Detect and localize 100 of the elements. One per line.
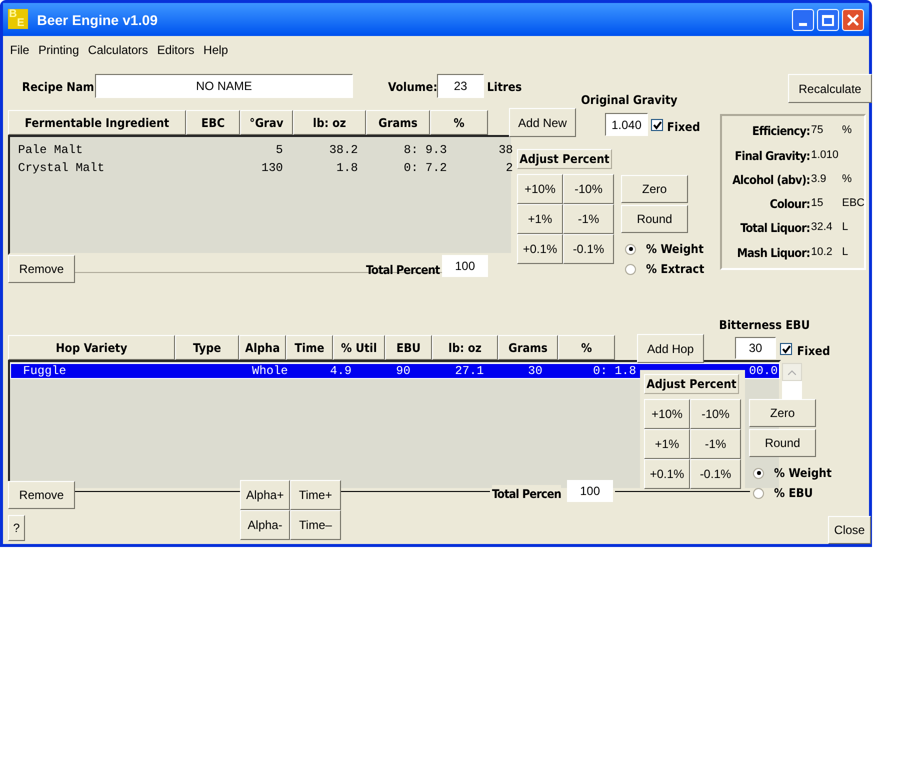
volume-unit: Litres bbox=[487, 79, 522, 96]
column-header[interactable]: % Util bbox=[333, 335, 385, 360]
menu-item[interactable]: Help bbox=[203, 41, 228, 59]
bitterness-field[interactable]: 30 bbox=[735, 337, 776, 359]
window-close-button[interactable] bbox=[842, 9, 864, 31]
step-button[interactable]: -1% bbox=[690, 429, 741, 459]
menu-item[interactable]: File bbox=[10, 41, 30, 59]
radio-button[interactable] bbox=[625, 244, 636, 254]
round-button[interactable]: Round bbox=[621, 205, 688, 233]
stat-unit: % bbox=[842, 172, 853, 187]
close-icon bbox=[847, 14, 859, 26]
stat-value: 15 bbox=[810, 196, 824, 212]
volume-field[interactable]: 23 bbox=[437, 74, 484, 98]
maximize-button[interactable] bbox=[817, 9, 839, 31]
table-cell: 27.1 bbox=[455, 364, 484, 378]
zero-button[interactable]: Zero bbox=[621, 175, 688, 203]
original-gravity-label: Original Gravity bbox=[581, 92, 678, 109]
checkbox[interactable] bbox=[780, 343, 792, 355]
stat-value: 3.9 bbox=[810, 172, 828, 187]
table-cell-text: 130 bbox=[260, 160, 283, 177]
app-icon: B E bbox=[8, 9, 28, 29]
stat-unit: % bbox=[842, 123, 853, 138]
step-button[interactable]: -10% bbox=[690, 399, 741, 429]
round-button[interactable]: Round bbox=[749, 429, 816, 457]
column-header[interactable]: Type bbox=[175, 335, 239, 360]
step-button[interactable]: +1% bbox=[644, 429, 690, 459]
close-button[interactable]: Close bbox=[828, 516, 871, 544]
table-cell-text: 1.8 bbox=[335, 160, 358, 177]
alpha-plus-button[interactable]: Alpha+ bbox=[240, 480, 290, 510]
table-cell-text: Crystal Malt bbox=[18, 160, 106, 177]
column-header[interactable]: % bbox=[430, 110, 488, 135]
table-cell: 0: 1.8 bbox=[593, 364, 636, 378]
table-cell: 00.0 bbox=[749, 364, 778, 378]
recipe-name-field[interactable]: NO NAME bbox=[95, 74, 353, 98]
column-header[interactable]: Time bbox=[286, 335, 333, 360]
checkbox[interactable] bbox=[651, 119, 663, 131]
column-header[interactable]: Fermentable Ingredient bbox=[8, 110, 186, 135]
column-header[interactable]: Alpha bbox=[239, 335, 286, 360]
column-header[interactable]: % bbox=[558, 335, 615, 360]
column-header[interactable]: EBC bbox=[186, 110, 240, 135]
add-hop-button[interactable]: Add Hop bbox=[637, 334, 704, 363]
panel-title: Adjust Percent bbox=[644, 374, 739, 394]
table-cell-text: 38 bbox=[498, 142, 513, 159]
time-plus-button[interactable]: Time+ bbox=[290, 480, 341, 510]
column-header[interactable]: Grams bbox=[498, 335, 558, 360]
add-new-button[interactable]: Add New bbox=[509, 108, 576, 137]
step-button[interactable]: +10% bbox=[517, 174, 563, 204]
window-title: Beer Engine v1.09 bbox=[37, 11, 158, 30]
remove-button[interactable]: Remove bbox=[8, 255, 75, 283]
column-header[interactable]: lb: oz bbox=[293, 110, 366, 135]
radio-label: % Weight bbox=[774, 465, 832, 482]
radio-label: % Weight bbox=[646, 241, 704, 258]
step-button[interactable]: -0.1% bbox=[690, 459, 741, 489]
time-minus-button[interactable]: Time– bbox=[290, 510, 341, 540]
column-header[interactable]: °Grav bbox=[240, 110, 293, 135]
stat-value: 1.010 bbox=[810, 148, 840, 163]
step-button[interactable]: +1% bbox=[517, 204, 563, 234]
stat-value: 10.2 bbox=[810, 244, 834, 260]
minimize-button[interactable] bbox=[792, 9, 814, 31]
fixed-label: Fixed bbox=[667, 119, 700, 136]
recipe-name-label: Recipe Nam bbox=[22, 79, 94, 96]
stat-label: Total Liquor: bbox=[739, 220, 810, 238]
stat-value: 32.4 bbox=[810, 220, 834, 236]
stat-value: 75 bbox=[810, 123, 824, 138]
stat-unit: EBC bbox=[842, 196, 864, 212]
table-cell-text: Pale Malt bbox=[18, 142, 84, 159]
step-button[interactable]: +0.1% bbox=[517, 234, 563, 264]
table-cell-text: 8: 9.3 bbox=[402, 142, 447, 159]
remove-button[interactable]: Remove bbox=[8, 481, 75, 509]
scrollbar[interactable] bbox=[782, 363, 802, 399]
stat-label: Final Gravity: bbox=[734, 148, 810, 165]
table-cell: Whole bbox=[252, 364, 288, 378]
radio-label: % Extract bbox=[646, 261, 704, 278]
gravity-field[interactable]: 1.040 bbox=[605, 113, 648, 136]
column-header[interactable]: Grams bbox=[366, 110, 430, 135]
alpha-minus-button[interactable]: Alpha- bbox=[240, 510, 290, 540]
column-header[interactable]: lb: oz bbox=[432, 335, 498, 360]
column-header[interactable]: EBU bbox=[385, 335, 432, 360]
total-percent-label: Total Percent bbox=[366, 262, 440, 279]
step-button[interactable]: -1% bbox=[563, 204, 614, 234]
step-button[interactable]: +10% bbox=[644, 399, 690, 429]
menu-item[interactable]: Printing bbox=[38, 41, 80, 59]
table-cell: 30 bbox=[528, 364, 542, 378]
help-button[interactable]: ? bbox=[8, 515, 25, 541]
column-header[interactable]: Hop Variety bbox=[8, 335, 175, 360]
bitterness-label: Bitterness EBU bbox=[719, 317, 810, 334]
table-row[interactable]: Fuggle Whole 4.9 90 27.1 30 0: 1.8 00.0 bbox=[10, 363, 780, 379]
menu-item[interactable]: Editors bbox=[157, 41, 194, 59]
radio-button[interactable] bbox=[625, 264, 636, 274]
recalculate-button[interactable]: Recalculate bbox=[788, 74, 872, 103]
radio-label: % EBU bbox=[774, 485, 813, 502]
step-button[interactable]: -10% bbox=[563, 174, 614, 204]
stat-label: Efficiency: bbox=[751, 123, 810, 140]
menu-item[interactable]: Calculators bbox=[88, 41, 148, 59]
zero-button[interactable]: Zero bbox=[749, 399, 816, 427]
table-cell: Fuggle bbox=[23, 364, 66, 378]
table-cell-text: 38.2 bbox=[328, 142, 358, 159]
step-button[interactable]: -0.1% bbox=[563, 234, 614, 264]
total-percent-field: 100 bbox=[442, 255, 488, 277]
step-button[interactable]: +0.1% bbox=[644, 459, 690, 489]
